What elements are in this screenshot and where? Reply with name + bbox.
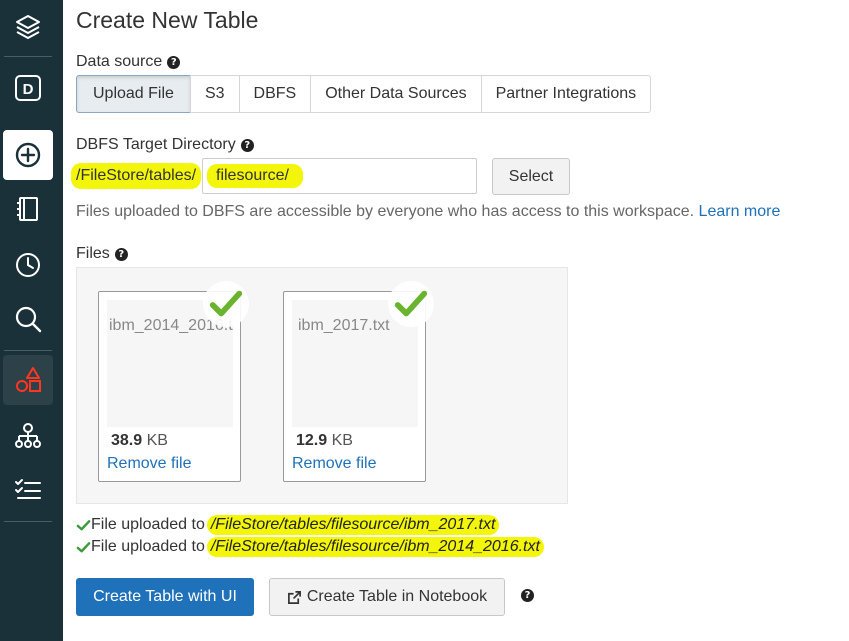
workspace-logo[interactable] [3, 2, 53, 52]
sidebar-item-search[interactable] [3, 294, 53, 344]
sidebar-item-data[interactable] [3, 355, 53, 405]
select-button[interactable]: Select [492, 158, 570, 195]
help-icon[interactable]: ? [167, 55, 181, 69]
help-icon[interactable]: ? [240, 138, 254, 152]
dbfs-info-text: Files uploaded to DBFS are accessible by… [76, 203, 781, 220]
remove-file-link[interactable]: Remove file [107, 455, 191, 473]
sidebar-item-create[interactable] [3, 130, 53, 180]
help-icon[interactable]: ? [114, 247, 128, 261]
tab-partner-integrations[interactable]: Partner Integrations [480, 75, 652, 113]
directory-input[interactable]: filesource/ [202, 158, 477, 194]
dashboard-d-icon: D [15, 75, 41, 101]
create-plus-icon [15, 142, 41, 168]
check-icon [76, 541, 91, 552]
main-content: Create New Table Data source ? Upload Fi… [63, 0, 849, 641]
file-size: 12.9 KB [296, 432, 353, 449]
uploaded-file-path: /FileStore/tables/filesource/ibm_2014_20… [206, 537, 544, 557]
sidebar-item-clusters[interactable] [3, 411, 53, 461]
sidebar: D [0, 0, 63, 641]
file-dropzone[interactable]: ibm_2014_2016.txt 38.9 KB Remove file ib… [76, 267, 568, 504]
sidebar-divider [4, 56, 52, 57]
tab-s3[interactable]: S3 [189, 75, 240, 113]
learn-more-link[interactable]: Learn more [699, 203, 781, 220]
sidebar-divider [4, 350, 52, 351]
directory-prefix: /FileStore/tables/ [71, 163, 202, 189]
file-card: ibm_2017.txt 12.9 KB Remove file [283, 281, 434, 482]
shapes-icon [16, 367, 41, 392]
upload-success-check-icon [388, 281, 434, 327]
data-source-label: Data source ? [76, 53, 181, 71]
directory-input-value: filesource/ [207, 164, 303, 188]
external-link-icon [287, 590, 301, 604]
jobs-checklist-icon [15, 479, 41, 499]
create-table-with-ui-button[interactable]: Create Table with UI [76, 578, 254, 616]
sidebar-divider [4, 521, 52, 522]
svg-text:D: D [23, 81, 34, 98]
remove-file-link[interactable]: Remove file [292, 455, 376, 473]
layers-icon [16, 15, 40, 39]
page-title: Create New Table [76, 7, 259, 33]
search-icon [15, 306, 42, 333]
sidebar-item-jobs[interactable] [3, 465, 53, 515]
check-icon [76, 519, 91, 530]
help-icon[interactable]: ? [521, 589, 534, 602]
data-source-tabs: Upload File S3 DBFS Other Data Sources P… [76, 75, 652, 113]
notebook-icon [17, 197, 38, 221]
files-label: Files ? [76, 245, 128, 263]
sidebar-item-recents[interactable] [3, 240, 53, 290]
tab-other-data-sources[interactable]: Other Data Sources [310, 75, 482, 113]
create-table-in-notebook-button[interactable]: Create Table in Notebook [269, 578, 505, 616]
dbfs-target-label: DBFS Target Directory ? [76, 136, 254, 154]
sidebar-item-dashboard[interactable]: D [3, 63, 53, 113]
tab-dbfs[interactable]: DBFS [238, 75, 312, 113]
sidebar-item-workspace[interactable] [3, 184, 53, 234]
clock-icon [16, 253, 40, 277]
cluster-icon [15, 423, 41, 448]
upload-status-line: File uploaded to /FileStore/tables/files… [76, 515, 500, 535]
file-name: ibm_2017.txt [298, 317, 390, 334]
file-size: 38.9 KB [111, 432, 168, 449]
uploaded-file-path: /FileStore/tables/filesource/ibm_2017.tx… [206, 515, 500, 535]
upload-status-line: File uploaded to /FileStore/tables/files… [76, 537, 544, 557]
file-card: ibm_2014_2016.txt 38.9 KB Remove file [98, 281, 249, 482]
upload-success-check-icon [203, 281, 249, 327]
tab-upload-file[interactable]: Upload File [76, 75, 191, 113]
